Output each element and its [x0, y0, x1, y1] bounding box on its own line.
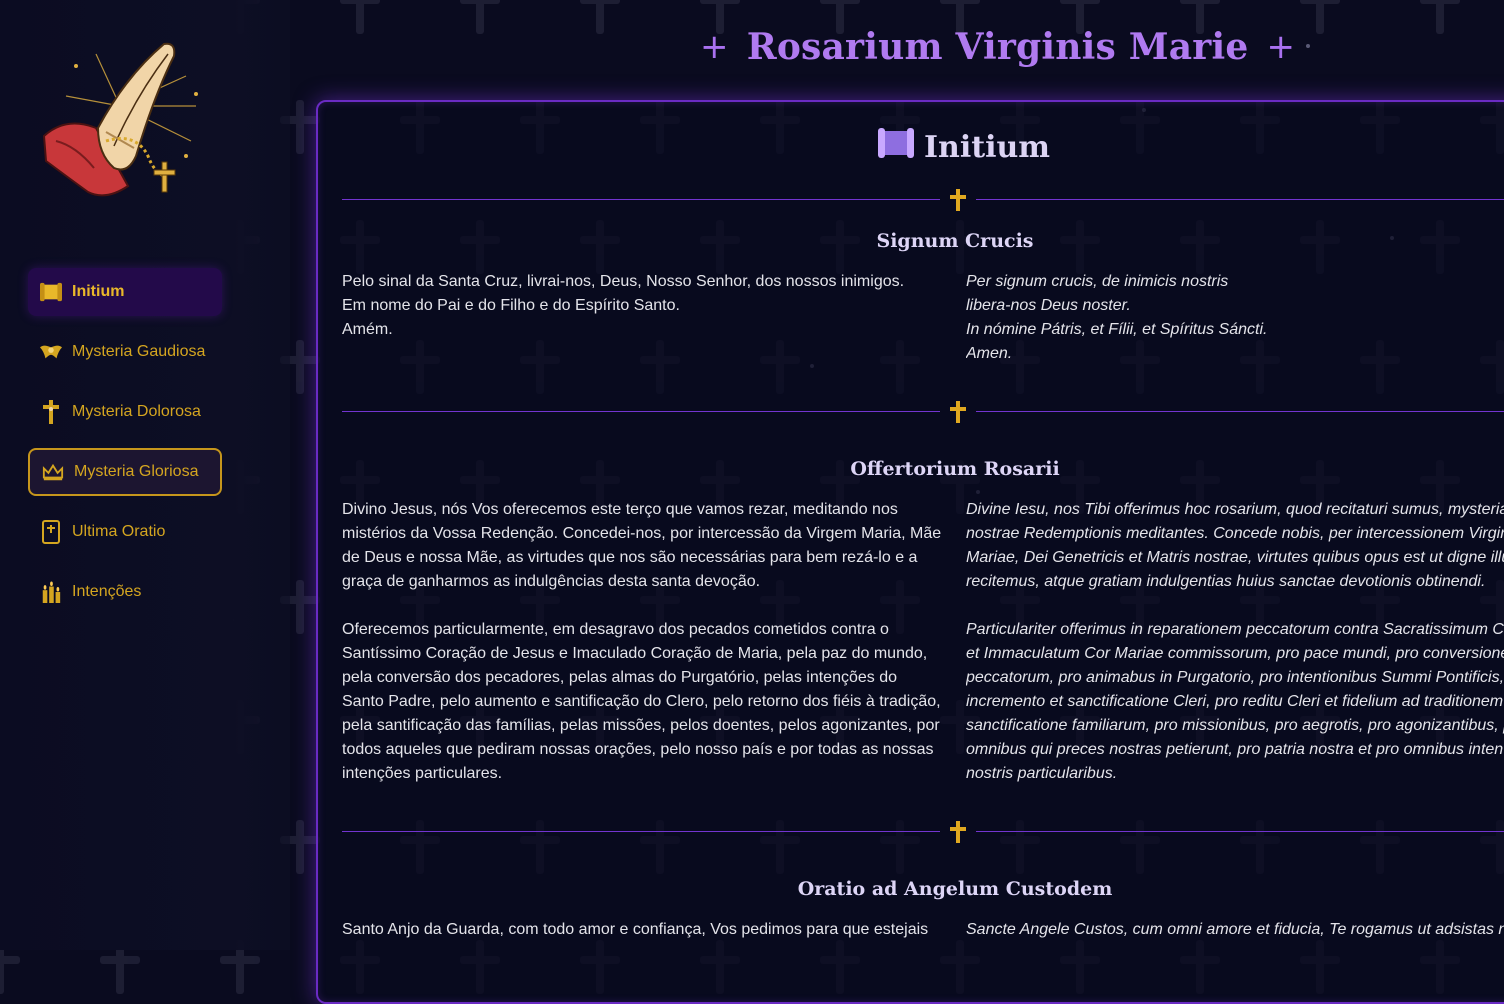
- section-heading: Initium: [878, 126, 1050, 168]
- background-cross-icon: [580, 0, 620, 34]
- cross-icon: [950, 401, 966, 423]
- cross-icon: [950, 189, 966, 211]
- background-cross-icon: [1420, 0, 1460, 34]
- sidebar: Initium Mysteria Gaudiosa Mysteria Dolor…: [0, 0, 290, 950]
- prayer-book-icon: [40, 520, 62, 544]
- star-dot: [1306, 44, 1310, 48]
- divider: [342, 820, 1504, 844]
- sidebar-item-initium[interactable]: Initium: [28, 268, 222, 316]
- prayer-text-latin: Divine Iesu, nos Tibi offerimus hoc rosa…: [966, 498, 1504, 810]
- scroll-icon: [40, 281, 62, 303]
- plus-icon: +: [700, 27, 729, 67]
- page-title: + Rosarium Virginis Marie +: [700, 26, 1295, 68]
- paragraph: Particulariter offerimus in reparationem…: [966, 621, 1504, 782]
- sidebar-item-intencoes[interactable]: Intenções: [28, 568, 222, 616]
- paragraph: Santo Anjo da Guarda, com todo amor e co…: [342, 921, 929, 938]
- sidebar-item-mysteria-gaudiosa[interactable]: Mysteria Gaudiosa: [28, 328, 222, 376]
- scroll-icon: [878, 126, 914, 168]
- paragraph: Divino Jesus, nós Vos oferecemos este te…: [342, 501, 942, 590]
- prayer-title: Offertorium Rosarii: [850, 458, 1060, 480]
- sidebar-nav: Initium Mysteria Gaudiosa Mysteria Dolor…: [28, 268, 222, 628]
- page-title-text: Rosarium Virginis Marie: [746, 26, 1249, 68]
- main-panel: Initium Signum Crucis Pelo sinal da Sant…: [316, 100, 1504, 1004]
- paragraph: Divine Iesu, nos Tibi offerimus hoc rosa…: [966, 501, 1504, 590]
- sidebar-item-label: Intenções: [72, 583, 142, 600]
- candles-icon: [40, 581, 62, 603]
- crown-icon: [42, 461, 64, 483]
- sidebar-item-mysteria-dolorosa[interactable]: Mysteria Dolorosa: [28, 388, 222, 436]
- sidebar-item-label: Initium: [72, 283, 125, 300]
- plus-icon: +: [1266, 27, 1296, 67]
- divider: [342, 400, 1504, 424]
- prayer-text-portuguese: Santo Anjo da Guarda, com todo amor e co…: [342, 918, 942, 966]
- prayer-text-portuguese: Pelo sinal da Santa Cruz, livrai-nos, De…: [342, 270, 942, 366]
- praying-hands-rosary-icon: [36, 36, 204, 208]
- paragraph: Per signum crucis, de inimicis nostris l…: [966, 273, 1268, 362]
- prayer-text-latin: Per signum crucis, de inimicis nostris l…: [966, 270, 1504, 390]
- sidebar-item-mysteria-gloriosa[interactable]: Mysteria Gloriosa: [28, 448, 222, 496]
- prayer-text-portuguese: Divino Jesus, nós Vos oferecemos este te…: [342, 498, 942, 810]
- background-cross-icon: [1300, 0, 1340, 34]
- paragraph: Pelo sinal da Santa Cruz, livrai-nos, De…: [342, 273, 905, 338]
- prayer-title: Oratio ad Angelum Custodem: [797, 878, 1113, 900]
- cross-icon: [950, 821, 966, 843]
- divider: [342, 188, 1504, 212]
- sidebar-item-label: Ultima Oratio: [72, 523, 166, 540]
- sidebar-item-label: Mysteria Gloriosa: [74, 463, 199, 480]
- sidebar-item-label: Mysteria Gaudiosa: [72, 343, 206, 360]
- sidebar-item-label: Mysteria Dolorosa: [72, 403, 201, 420]
- paragraph: Oferecemos particularmente, em desagravo…: [342, 621, 941, 782]
- section-title: Initium: [924, 129, 1051, 165]
- prayer-title: Signum Crucis: [876, 230, 1034, 252]
- crucifix-icon: [40, 400, 62, 424]
- background-cross-icon: [460, 0, 500, 34]
- prayer-text-latin: Sancte Angele Custos, cum omni amore et …: [966, 918, 1504, 966]
- angel-wings-icon: [40, 341, 62, 363]
- background-cross-icon: [340, 0, 380, 34]
- sidebar-item-ultima-oratio[interactable]: Ultima Oratio: [28, 508, 222, 556]
- paragraph: Sancte Angele Custos, cum omni amore et …: [966, 921, 1504, 938]
